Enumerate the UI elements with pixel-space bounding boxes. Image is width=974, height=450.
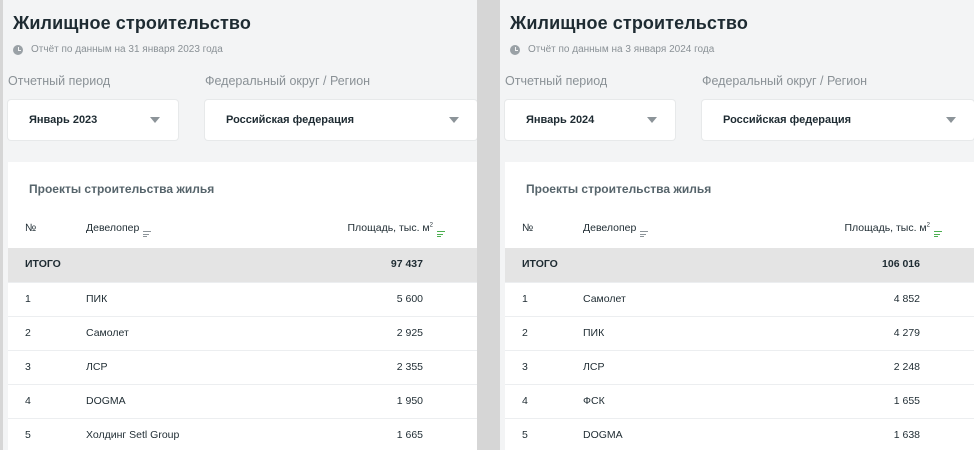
row-number: 5	[522, 429, 528, 441]
report-date-note: Отчёт по данным на 31 января 2023 года	[13, 44, 223, 55]
region-label: Федеральный округ / Регион	[205, 74, 371, 88]
row-developer: ФСК	[583, 395, 605, 407]
column-area-label: Площадь, тыс. м	[844, 222, 927, 234]
column-area-label: Площадь, тыс. м	[347, 222, 430, 234]
row-number: 1	[522, 293, 528, 305]
row-area: 2 355	[396, 361, 423, 373]
region-select-value: Российская федерация	[723, 114, 852, 126]
column-area-unit-sup: 2	[926, 222, 930, 229]
table-row[interactable]: 2 ПИК 4 279	[505, 316, 974, 350]
table-total-row: ИТОГО 97 437	[8, 248, 477, 282]
report-date-text: Отчёт по данным на 3 января 2024 года	[528, 44, 715, 55]
period-select-value: Январь 2024	[526, 114, 595, 126]
row-developer: DOGMA	[583, 429, 623, 441]
period-select-value: Январь 2023	[29, 114, 98, 126]
table-row[interactable]: 4 DOGMA 1 950	[8, 384, 477, 418]
period-label: Отчетный период	[505, 74, 608, 88]
chevron-down-icon[interactable]	[647, 117, 657, 123]
column-area[interactable]: Площадь, тыс. м2	[844, 222, 942, 237]
row-developer: ПИК	[86, 293, 108, 305]
sort-filter-icon[interactable]	[934, 230, 942, 238]
report-date-text: Отчёт по данным на 31 января 2023 года	[31, 44, 223, 55]
table-row[interactable]: 5 Холдинг Setl Group 1 665	[8, 418, 477, 450]
row-number: 2	[522, 327, 528, 339]
table-row[interactable]: 1 Самолет 4 852	[505, 282, 974, 316]
period-select[interactable]: Январь 2023	[8, 100, 178, 140]
region-select[interactable]: Российская федерация	[205, 100, 477, 140]
total-value: 97 437	[390, 258, 423, 270]
row-developer: Самолет	[86, 327, 129, 339]
row-developer: ЛСР	[583, 361, 605, 373]
column-area-unit-sup: 2	[429, 222, 433, 229]
sort-filter-icon[interactable]	[143, 230, 152, 238]
dashboard-panel-right: Жилищное строительство Отчёт по данным н…	[500, 0, 974, 450]
dashboard-panel-left: Жилищное строительство Отчёт по данным н…	[3, 0, 477, 450]
sort-filter-icon[interactable]	[640, 230, 649, 238]
row-area: 2 925	[396, 327, 423, 339]
row-developer: DOGMA	[86, 395, 126, 407]
table-row[interactable]: 1 ПИК 5 600	[8, 282, 477, 316]
row-area: 1 665	[396, 429, 423, 441]
column-developer-label: Девелопер	[583, 222, 637, 234]
total-value: 106 016	[882, 258, 920, 270]
row-number: 4	[522, 395, 528, 407]
row-area: 1 950	[396, 395, 423, 407]
column-number: №	[522, 222, 534, 234]
row-number: 2	[25, 327, 31, 339]
table-title: Проекты строительства жилья	[29, 182, 215, 196]
row-area: 5 600	[396, 293, 423, 305]
table-header: № Девелопер Площадь, тыс. м2	[505, 214, 974, 244]
projects-table-card: Проекты строительства жилья № Девелопер …	[8, 162, 477, 450]
column-developer-label: Девелопер	[86, 222, 140, 234]
row-number: 4	[25, 395, 31, 407]
row-area: 1 655	[893, 395, 920, 407]
row-number: 3	[522, 361, 528, 373]
table-total-row: ИТОГО 106 016	[505, 248, 974, 282]
row-developer: Холдинг Setl Group	[86, 429, 180, 441]
chevron-down-icon[interactable]	[946, 117, 956, 123]
row-area: 4 279	[893, 327, 920, 339]
table-row[interactable]: 4 ФСК 1 655	[505, 384, 974, 418]
page-title: Жилищное строительство	[510, 13, 748, 33]
row-number: 5	[25, 429, 31, 441]
table-row[interactable]: 3 ЛСР 2 248	[505, 350, 974, 384]
table-header: № Девелопер Площадь, тыс. м2	[8, 214, 477, 244]
period-select[interactable]: Январь 2024	[505, 100, 675, 140]
row-area: 2 248	[893, 361, 920, 373]
table-row[interactable]: 5 DOGMA 1 638	[505, 418, 974, 450]
chevron-down-icon[interactable]	[150, 117, 160, 123]
row-developer: Самолет	[583, 293, 626, 305]
chevron-down-icon[interactable]	[449, 117, 459, 123]
row-number: 3	[25, 361, 31, 373]
column-area[interactable]: Площадь, тыс. м2	[347, 222, 445, 237]
row-number: 1	[25, 293, 31, 305]
report-date-note: Отчёт по данным на 3 января 2024 года	[510, 44, 714, 55]
total-label: ИТОГО	[522, 258, 558, 270]
row-developer: ЛСР	[86, 361, 108, 373]
table-row[interactable]: 3 ЛСР 2 355	[8, 350, 477, 384]
sort-filter-icon[interactable]	[437, 230, 445, 238]
row-area: 4 852	[893, 293, 920, 305]
region-select[interactable]: Российская федерация	[702, 100, 974, 140]
region-label: Федеральный округ / Регион	[702, 74, 868, 88]
clock-icon	[13, 44, 23, 55]
table-title: Проекты строительства жилья	[526, 182, 712, 196]
total-label: ИТОГО	[25, 258, 61, 270]
column-number: №	[25, 222, 37, 234]
row-developer: ПИК	[583, 327, 605, 339]
column-developer[interactable]: Девелопер	[583, 222, 649, 237]
column-developer[interactable]: Девелопер	[86, 222, 152, 237]
clock-icon	[510, 44, 520, 55]
row-area: 1 638	[893, 429, 920, 441]
table-row[interactable]: 2 Самолет 2 925	[8, 316, 477, 350]
period-label: Отчетный период	[8, 74, 111, 88]
page-title: Жилищное строительство	[13, 13, 251, 33]
projects-table-card: Проекты строительства жилья № Девелопер …	[505, 162, 974, 450]
region-select-value: Российская федерация	[226, 114, 355, 126]
